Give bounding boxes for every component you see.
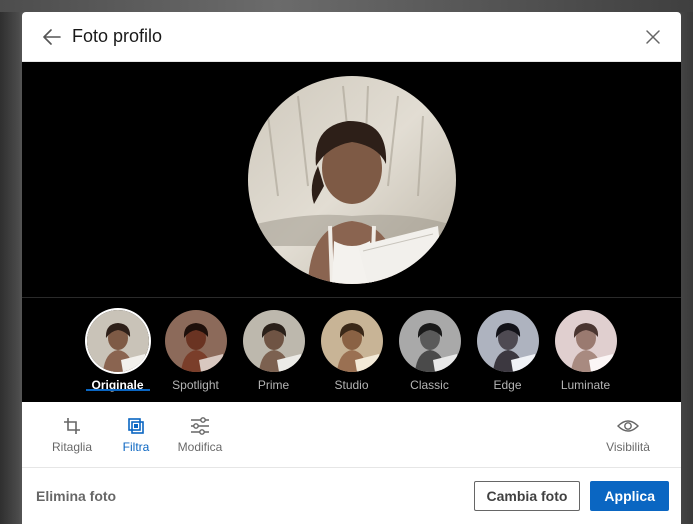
filter-prime[interactable]: Prime	[242, 310, 305, 392]
modal-footer: Elimina foto Cambia foto Applica	[22, 468, 681, 524]
filter-label: Spotlight	[172, 378, 219, 392]
filter-spotlight[interactable]: Spotlight	[164, 310, 227, 392]
eye-icon	[617, 416, 639, 436]
selected-filter-indicator	[86, 389, 150, 391]
filter-icon	[127, 416, 145, 436]
edit-label: Modifica	[177, 439, 223, 454]
crop-tool[interactable]: Ritaglia	[44, 416, 100, 454]
crop-label: Ritaglia	[51, 439, 93, 454]
photo-preview	[22, 62, 681, 298]
arrow-left-icon[interactable]	[42, 27, 62, 47]
edit-toolbar: Ritaglia Filtra Modifica Visibilità	[22, 402, 681, 468]
filter-thumb	[242, 310, 305, 372]
filter-thumb	[398, 310, 461, 372]
edit-tool[interactable]: Modifica	[172, 416, 228, 454]
filter-thumb	[86, 310, 149, 372]
crop-icon	[63, 416, 81, 436]
filter-thumb	[476, 310, 539, 372]
filter-strip: Originale Spotlight Prime Studio Classic…	[22, 298, 681, 402]
filter-label: Edge	[493, 378, 522, 392]
filter-label: Filtra	[122, 439, 150, 454]
sliders-icon	[190, 416, 210, 436]
filter-luminate[interactable]: Luminate	[554, 310, 617, 392]
filter-label: Classic	[410, 378, 449, 392]
filter-label: Studio	[334, 378, 369, 392]
filter-tool[interactable]: Filtra	[108, 416, 164, 454]
filter-label: Prime	[257, 378, 290, 392]
visibility-tool[interactable]: Visibilità	[593, 416, 663, 454]
filter-studio[interactable]: Studio	[320, 310, 383, 392]
filter-thumb	[554, 310, 617, 372]
filter-edge[interactable]: Edge	[476, 310, 539, 392]
change-photo-button[interactable]: Cambia foto	[473, 481, 581, 511]
modal-header: Foto profilo	[22, 12, 681, 62]
filter-thumb	[320, 310, 383, 372]
delete-photo-button[interactable]: Elimina foto	[36, 488, 116, 504]
profile-photo-modal: Foto profilo Originale Spotlight Prime S…	[22, 12, 681, 524]
apply-button[interactable]: Applica	[590, 481, 669, 511]
page-backdrop-top	[0, 0, 693, 12]
filter-originale[interactable]: Originale	[86, 310, 149, 392]
modal-title: Foto profilo	[72, 26, 163, 46]
visibility-label: Visibilità	[606, 439, 650, 454]
filter-thumb	[164, 310, 227, 372]
filter-classic[interactable]: Classic	[398, 310, 461, 392]
profile-photo	[247, 75, 456, 284]
close-icon[interactable]	[641, 25, 665, 49]
filter-label: Luminate	[560, 378, 611, 392]
